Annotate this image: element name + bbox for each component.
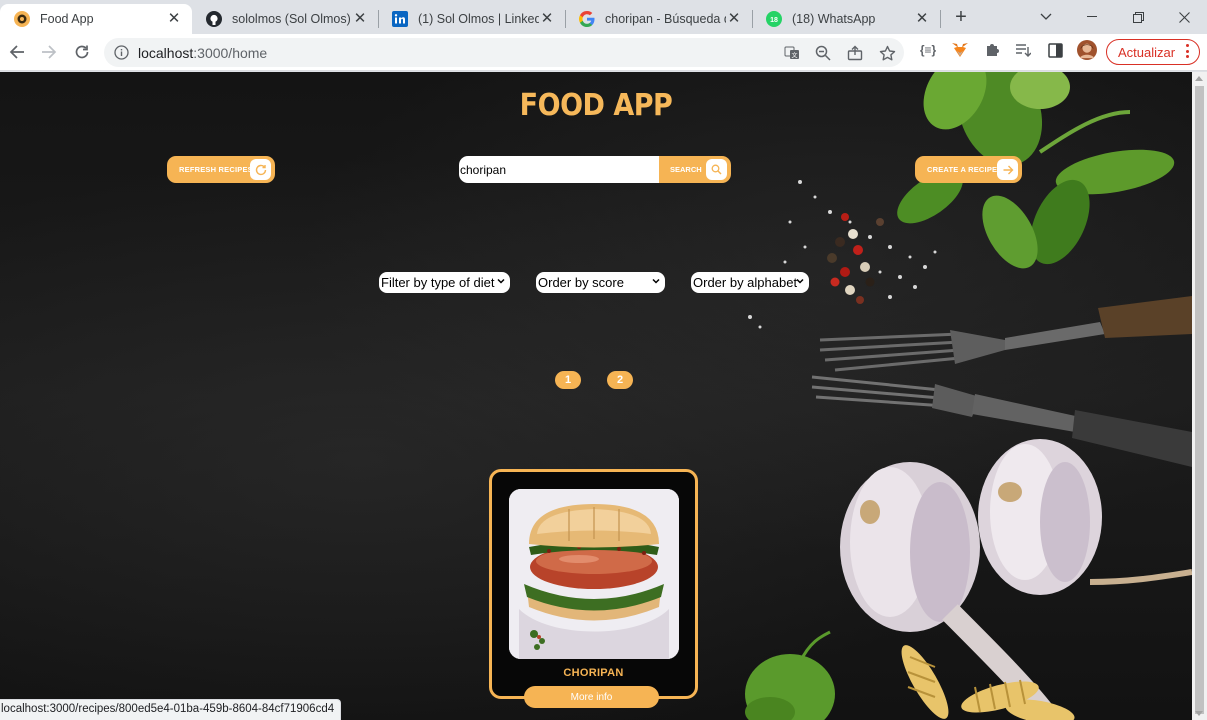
alphabet-order-value: Order by alphabet xyxy=(693,275,798,290)
github-icon xyxy=(206,11,222,27)
whatsapp-icon: 18 xyxy=(766,11,782,27)
search-bar: SEARCH xyxy=(459,156,731,183)
info-icon[interactable] xyxy=(114,45,129,60)
tab-title: choripan - Búsqueda de Google xyxy=(605,12,726,26)
create-recipe-button[interactable]: CREATE A RECIPE! xyxy=(915,156,1022,183)
recipe-name: CHORIPAN xyxy=(563,667,624,679)
profile-avatar[interactable] xyxy=(1077,40,1097,60)
search-button[interactable]: SEARCH xyxy=(659,156,731,183)
metamask-icon[interactable] xyxy=(950,40,970,60)
food-app-icon xyxy=(14,11,30,27)
back-icon[interactable] xyxy=(6,41,28,63)
recipe-image[interactable] xyxy=(509,489,679,659)
arrow-right-icon xyxy=(997,159,1018,180)
scroll-down-icon[interactable] xyxy=(1195,711,1203,716)
chevron-down-icon xyxy=(497,278,505,284)
close-icon[interactable]: ✕ xyxy=(352,11,368,27)
svg-text:18: 18 xyxy=(770,17,778,24)
menu-dots-icon xyxy=(1186,44,1190,61)
diet-filter-select[interactable]: Filter by type of diet xyxy=(379,272,510,293)
minimize-icon[interactable] xyxy=(1069,0,1115,34)
refresh-icon xyxy=(250,159,271,180)
svg-text:文: 文 xyxy=(791,52,797,60)
refresh-label: REFRESH RECIPES! xyxy=(179,165,256,174)
page-button-2[interactable]: 2 xyxy=(607,371,633,389)
restore-icon[interactable] xyxy=(1115,0,1161,34)
scrollbar-thumb[interactable] xyxy=(1195,86,1204,714)
tab-google[interactable]: choripan - Búsqueda de Google ✕ xyxy=(565,4,752,34)
url-text: localhost:3000/home xyxy=(138,45,268,61)
tab-title: (18) WhatsApp xyxy=(792,12,876,26)
update-chrome-button[interactable]: Actualizar xyxy=(1106,39,1200,65)
chevron-down-icon xyxy=(652,278,660,284)
tab-strip: Food App ✕ sololmos (Sol Olmos) ✕ (1) So… xyxy=(0,0,1207,34)
tab-search-icon[interactable] xyxy=(1023,0,1069,34)
score-order-select[interactable]: Order by score xyxy=(536,272,665,293)
close-icon[interactable]: ✕ xyxy=(726,11,742,27)
app-title: FOOD APP xyxy=(519,88,673,123)
tab-title: (1) Sol Olmos | LinkedIn xyxy=(418,12,539,26)
share-icon[interactable] xyxy=(846,44,864,62)
tab-title: sololmos (Sol Olmos) xyxy=(232,12,351,26)
page-viewport: FOOD APP REFRESH RECIPES! SEARCH CREATE … xyxy=(0,72,1192,720)
search-input[interactable] xyxy=(459,156,660,183)
tab-food-app[interactable]: Food App ✕ xyxy=(0,4,192,34)
alphabet-order-select[interactable]: Order by alphabet xyxy=(691,272,809,293)
update-label: Actualizar xyxy=(1118,44,1176,60)
address-bar[interactable]: localhost:3000/home 文 xyxy=(104,38,904,67)
create-label: CREATE A RECIPE! xyxy=(927,165,1000,174)
translate-icon[interactable]: 文 xyxy=(783,44,801,62)
side-panel-icon[interactable] xyxy=(1045,40,1065,60)
score-order-value: Order by score xyxy=(538,275,624,290)
new-tab-button[interactable]: + xyxy=(951,7,971,27)
forward-icon[interactable] xyxy=(38,41,60,63)
tab-whatsapp[interactable]: 18 (18) WhatsApp ✕ xyxy=(752,4,940,34)
reload-icon[interactable] xyxy=(71,41,93,63)
chevron-down-icon xyxy=(796,278,804,284)
close-icon[interactable]: ✕ xyxy=(539,11,555,27)
recipe-card[interactable]: CHORIPAN More info xyxy=(489,469,698,708)
tab-github[interactable]: sololmos (Sol Olmos) ✕ xyxy=(192,4,378,34)
tab-separator xyxy=(940,10,941,28)
bookmark-star-icon[interactable] xyxy=(878,44,896,62)
refresh-recipes-button[interactable]: REFRESH RECIPES! xyxy=(167,156,275,183)
linkedin-icon xyxy=(392,11,408,27)
scroll-up-icon[interactable] xyxy=(1195,76,1203,81)
close-icon[interactable]: ✕ xyxy=(166,11,182,27)
close-icon[interactable]: ✕ xyxy=(914,11,930,27)
link-status-bar: localhost:3000/recipes/800ed5e4-01ba-459… xyxy=(0,699,342,720)
diet-filter-value: Filter by type of diet xyxy=(381,275,495,290)
extensions-puzzle-icon[interactable] xyxy=(982,40,1002,60)
page-scrollbar[interactable] xyxy=(1192,72,1207,720)
page-button-1[interactable]: 1 xyxy=(555,371,581,389)
window-controls xyxy=(1023,0,1207,34)
reading-list-icon[interactable] xyxy=(1013,40,1033,60)
more-info-button[interactable]: More info xyxy=(524,686,659,708)
tab-linkedin[interactable]: (1) Sol Olmos | LinkedIn ✕ xyxy=(378,4,565,34)
search-label: SEARCH xyxy=(670,165,702,174)
tab-title: Food App xyxy=(40,12,94,26)
close-window-icon[interactable] xyxy=(1161,0,1207,34)
google-icon xyxy=(579,11,595,27)
search-icon xyxy=(706,159,727,180)
devtools-extension-icon[interactable]: {≡} xyxy=(918,40,938,60)
zoom-icon[interactable] xyxy=(814,44,832,62)
